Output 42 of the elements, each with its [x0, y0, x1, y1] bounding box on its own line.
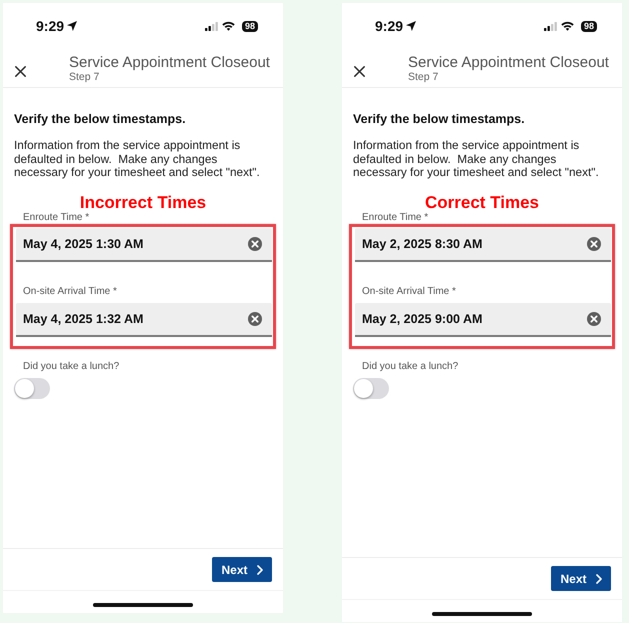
lunch-toggle[interactable] — [14, 378, 50, 398]
location-arrow-icon — [406, 21, 416, 31]
status-time: 9:29 — [36, 18, 64, 34]
lunch-question: Did you take a lunch? — [362, 360, 458, 372]
status-time: 9:29 — [375, 18, 404, 34]
clear-icon[interactable] — [248, 312, 262, 326]
datetime-field[interactable]: May 2, 2025 8:30 AM — [355, 228, 611, 262]
chevron-right-icon — [256, 564, 262, 574]
annotation-label: Incorrect Times — [80, 194, 206, 212]
instructions-text: Information from the service appointment is defaulted in below. Make any changes necessary for your timesheet and select "next". — [352, 139, 600, 180]
clear-icon[interactable] — [587, 236, 601, 250]
signal-icon — [204, 22, 218, 30]
close-icon[interactable] — [15, 66, 26, 76]
step-label: Step 7 — [408, 70, 440, 82]
clear-icon[interactable] — [587, 312, 601, 326]
lunch-question: Did you take a lunch? — [23, 360, 120, 372]
annotation-label: Correct Times — [424, 194, 539, 212]
field-label: Enroute Time * — [23, 212, 90, 224]
next-button[interactable]: Next — [212, 557, 272, 582]
field-label: Enroute Time * — [362, 212, 428, 224]
screen-title: Service Appointment Closeout — [408, 54, 609, 70]
clear-icon[interactable] — [248, 236, 262, 250]
close-icon[interactable] — [354, 66, 365, 76]
datetime-field[interactable]: May 2, 2025 9:00 AM — [355, 302, 611, 336]
lunch-toggle[interactable] — [353, 378, 389, 398]
signal-icon — [544, 22, 557, 30]
field-label: On-site Arrival Time * — [23, 286, 117, 298]
section-heading: Verify the below timestamps. — [352, 112, 525, 127]
battery-indicator: 98 — [580, 20, 597, 32]
next-button[interactable]: Next — [551, 566, 611, 591]
instructions-text: Information from the service appointment is defaulted in below. Make any changes necessary for your timesheet and select "next". — [13, 139, 261, 180]
wifi-icon — [222, 21, 235, 31]
step-label: Step 7 — [69, 70, 100, 82]
location-arrow-icon — [67, 21, 78, 31]
screen-title: Service Appointment Closeout — [69, 54, 270, 70]
field-label: On-site Arrival Time * — [362, 286, 456, 298]
datetime-field[interactable]: May 4, 2025 1:30 AM — [16, 228, 272, 262]
datetime-field[interactable]: May 4, 2025 1:32 AM — [16, 302, 272, 336]
chevron-right-icon — [596, 574, 602, 584]
battery-indicator: 98 — [242, 20, 258, 32]
wifi-icon — [560, 21, 574, 31]
section-heading: Verify the below timestamps. — [13, 112, 186, 127]
